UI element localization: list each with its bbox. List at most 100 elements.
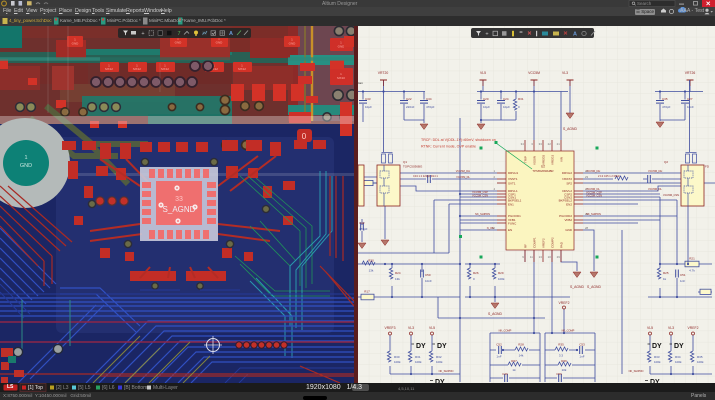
svg-text:N_ON: N_ON (487, 226, 494, 230)
svg-text:C50: C50 (425, 273, 431, 277)
svg-text:C20: C20 (483, 97, 489, 101)
svg-text:GND: GND (175, 41, 183, 45)
svg-text:VL3: VL3 (668, 326, 674, 330)
svg-text:DY: DY (652, 343, 662, 350)
svg-text:10: 10 (548, 255, 552, 259)
svg-text:+: + (141, 31, 144, 37)
svg-text:VCC5M_CSN: VCC5M_CSN (586, 194, 602, 198)
svg-text:100k: 100k (654, 360, 661, 364)
svg-text:4.7k: 4.7k (689, 269, 695, 273)
svg-text:S_AGND: S_AGND (163, 205, 196, 214)
svg-text:NK_SHIPDN: NK_SHIPDN (475, 212, 490, 216)
svg-text:S_AGND: S_AGND (563, 127, 577, 131)
svg-text:TPS65266RHBR: TPS65266RHBR (532, 169, 553, 173)
svg-text:DY: DY (416, 343, 426, 350)
svg-text:S_AGND: S_AGND (587, 285, 601, 289)
svg-text:R28: R28 (518, 343, 524, 347)
svg-text:VL3: VL3 (562, 71, 568, 75)
svg-text:R33: R33 (654, 355, 660, 359)
svg-text:R32: R32 (436, 355, 442, 359)
svg-text:VREG5: VREG5 (542, 154, 546, 165)
svg-text:PAD: PAD (560, 241, 564, 248)
svg-text:C33: C33 (365, 97, 371, 101)
svg-text:TRIP: TRIP (524, 156, 528, 163)
svg-text:100k: 100k (436, 360, 443, 364)
svg-text:1k: 1k (663, 277, 667, 281)
svg-text:R25: R25 (663, 271, 669, 275)
svg-text:VL5: VL5 (429, 326, 435, 330)
svg-text:C53: C53 (579, 343, 585, 347)
svg-text:10μF: 10μF (365, 105, 372, 109)
svg-text:3.3: 3.3 (559, 354, 564, 358)
svg-text:NK_COMP: NK_COMP (499, 329, 512, 333)
svg-text:22: 22 (548, 142, 552, 146)
svg-text:DY: DY (437, 343, 447, 350)
svg-text:10k: 10k (562, 368, 567, 372)
svg-text:C22: C22 (406, 97, 412, 101)
svg-text:23: 23 (585, 175, 589, 179)
svg-text:VCC5M_DL: VCC5M_DL (648, 187, 662, 191)
svg-text:34: 34 (521, 142, 525, 146)
svg-text:R35: R35 (558, 343, 564, 347)
svg-text:R26: R26 (473, 271, 479, 275)
svg-text:VL5: VL5 (647, 326, 653, 330)
svg-text:GND: GND (289, 42, 297, 46)
svg-text:VL5: VL5 (480, 71, 486, 75)
svg-text:VCC5M_DH: VCC5M_DH (456, 169, 470, 173)
svg-text:VRT20: VRT20 (378, 71, 389, 75)
svg-text:VCC5M_CSN: VCC5M_CSN (472, 193, 488, 197)
svg-text:VREF2: VREF2 (542, 238, 546, 248)
svg-text:DRVH2: DRVH2 (562, 171, 572, 175)
svg-text:R24: R24 (395, 271, 401, 275)
svg-text:NK_SHIPDN: NK_SHIPDN (629, 369, 644, 373)
svg-text:R31: R31 (415, 355, 421, 359)
svg-text:C34 1 2 220pF R14 1: C34 1 2 220pF R14 1 (413, 174, 438, 178)
svg-text:SVT1: SVT1 (508, 181, 516, 185)
svg-text:13k: 13k (395, 277, 400, 281)
svg-text:EN: EN (508, 228, 512, 232)
svg-text:R37: R37 (511, 359, 517, 363)
svg-text:13: 13 (539, 255, 543, 259)
svg-text:VRT26: VRT26 (685, 71, 696, 75)
svg-text:DY: DY (674, 343, 684, 350)
svg-text:GND: GND (565, 228, 573, 232)
svg-text:MX10: MX10 (337, 76, 345, 80)
svg-text:S_AGND: S_AGND (570, 285, 584, 289)
svg-text:100k: 100k (697, 360, 704, 364)
svg-text:VL3: VL3 (408, 326, 414, 330)
svg-text:470pF: 470pF (662, 105, 671, 109)
svg-text:10nF: 10nF (425, 279, 432, 283)
svg-text:C56: C56 (556, 372, 562, 376)
svg-text:EN1: EN1 (508, 202, 514, 206)
svg-text:SP2: SP2 (566, 181, 572, 185)
svg-text:VCC5M_DL: VCC5M_DL (456, 175, 470, 179)
svg-text:R30: R30 (394, 355, 400, 359)
svg-text:100k: 100k (498, 277, 505, 281)
svg-text:C35: C35 (662, 97, 668, 101)
svg-text:MX12: MX12 (238, 67, 246, 71)
svg-text:1k: 1k (512, 368, 516, 372)
svg-text:33: 33 (539, 142, 543, 146)
svg-text:VREG3: VREG3 (551, 154, 555, 165)
svg-text:NK_SHIPDN: NK_SHIPDN (586, 212, 601, 216)
svg-text:Q2: Q2 (664, 160, 668, 164)
svg-text:R29: R29 (498, 271, 504, 275)
svg-text:C27: C27 (687, 97, 693, 101)
svg-text:DRVH1: DRVH1 (508, 171, 518, 175)
svg-text:COMP2: COMP2 (551, 237, 555, 248)
svg-text:1: 1 (24, 155, 27, 161)
svg-text:VREF2: VREF2 (688, 326, 699, 330)
svg-text:R34: R34 (675, 355, 681, 359)
svg-text:VCC5M_CSN: VCC5M_CSN (663, 193, 679, 197)
svg-text:1nF: 1nF (680, 279, 685, 283)
svg-text:R36: R36 (561, 359, 567, 363)
svg-text:VCC5M: VCC5M (528, 71, 540, 75)
svg-text:Q1: Q1 (403, 160, 407, 164)
svg-text:GND: GND (216, 41, 224, 45)
svg-text:VCC5M_DH: VCC5M_DH (586, 169, 600, 173)
svg-text:C51: C51 (680, 273, 686, 277)
svg-text:10μF: 10μF (503, 105, 510, 109)
svg-text:29: 29 (557, 255, 561, 259)
svg-text:R21: R21 (689, 257, 695, 261)
svg-text:R35: R35 (697, 355, 703, 359)
